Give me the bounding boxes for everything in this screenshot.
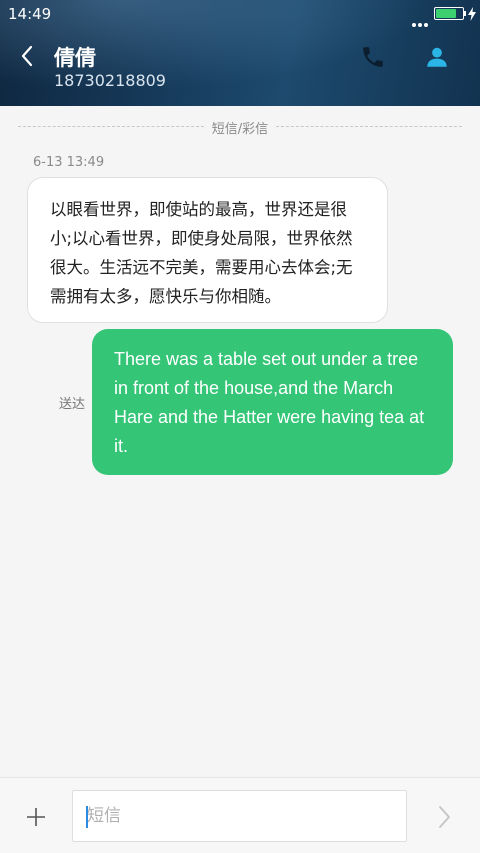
message-type-label: 短信/彩信 [211, 122, 269, 137]
message-timestamp: 6-13 13:49 [33, 155, 105, 170]
chevron-right-icon [439, 806, 450, 828]
contact-phone-number: 18730218809 [54, 71, 166, 90]
contact-name: 倩倩 [54, 46, 96, 70]
notification-dots-icon [412, 12, 430, 31]
status-bar: 14:49 [0, 0, 480, 28]
back-button[interactable] [14, 42, 42, 70]
battery-icon [434, 7, 464, 20]
delivery-status: 送达 [59, 397, 86, 412]
outgoing-message-bubble[interactable]: There was a table set out under a tree i… [92, 329, 453, 475]
back-arrow-icon [21, 45, 33, 67]
charging-icon [468, 6, 476, 25]
incoming-message-bubble[interactable]: 以眼看世界，即使站的最高，世界还是很小;以心看世界，即使身处局限，世界依然很大。… [27, 177, 388, 323]
phone-icon [363, 47, 383, 67]
message-type-divider: 短信/彩信 [18, 117, 462, 137]
message-input[interactable] [73, 791, 406, 841]
contact-details-button[interactable] [424, 44, 450, 70]
add-attachment-button[interactable] [24, 805, 48, 829]
send-button[interactable] [432, 804, 456, 830]
composer-bar [0, 777, 480, 853]
plus-icon [27, 808, 45, 826]
message-input-box[interactable] [72, 790, 407, 842]
text-cursor [86, 806, 88, 828]
call-button[interactable] [360, 44, 386, 70]
status-time: 14:49 [8, 5, 52, 23]
contact-icon [427, 47, 447, 67]
conversation-header: 14:49 倩倩 18730218809 [0, 0, 480, 106]
